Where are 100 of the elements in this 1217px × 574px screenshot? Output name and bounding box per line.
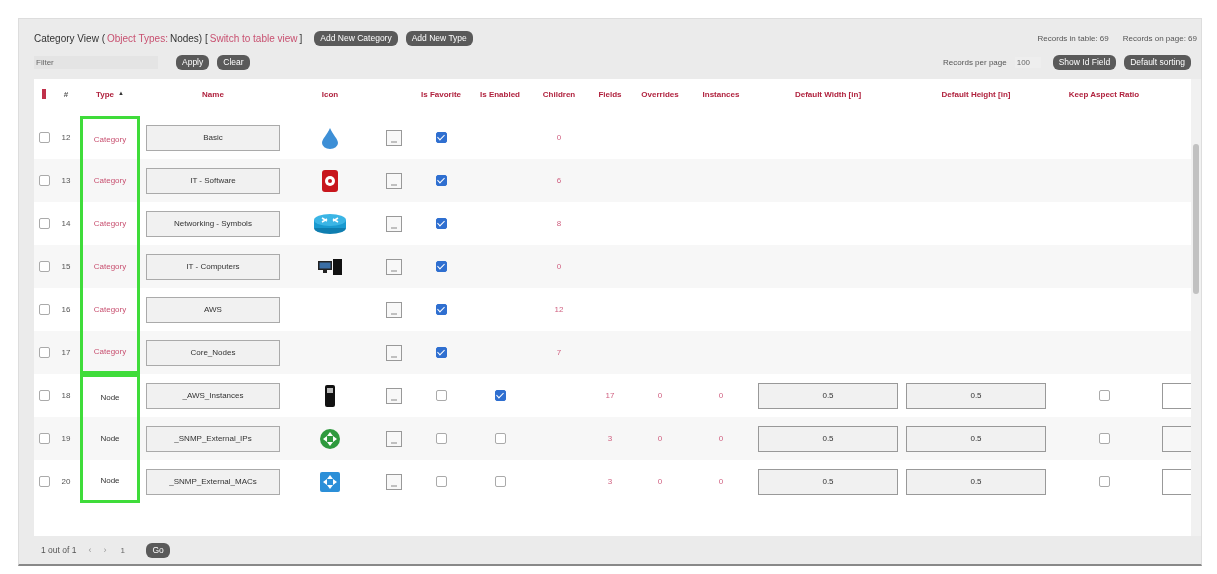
children-count: 6	[556, 176, 562, 185]
type-label: Node	[100, 392, 120, 402]
type-label: Category	[93, 346, 127, 356]
drop-icon	[321, 126, 339, 149]
column-header[interactable]: Type	[96, 89, 115, 99]
name-button[interactable]: _SNMP_External_MACs	[146, 468, 280, 495]
filter-button[interactable]: Clear	[217, 54, 250, 70]
filter-field[interactable]: Filter	[34, 55, 158, 69]
row-checkbox[interactable]	[38, 304, 50, 315]
column-header[interactable]: Default Width [in]	[754, 89, 902, 99]
column-header[interactable]: Instances	[688, 89, 754, 99]
name-button[interactable]: _AWS_Instances	[146, 382, 280, 409]
name-button[interactable]: Basic	[146, 124, 280, 151]
column-header[interactable]: Name	[142, 89, 284, 99]
page-field[interactable]: 1	[118, 544, 135, 556]
width-field[interactable]: 0.5	[758, 425, 898, 452]
column-header[interactable]: Is Favorite	[412, 89, 470, 99]
icon-picker-button[interactable]	[386, 258, 402, 275]
records-in-table: Records in table: 69	[1037, 33, 1109, 43]
instances-count: 0	[718, 477, 724, 486]
fields-count: 17	[605, 391, 615, 400]
height-field[interactable]: 0.5	[906, 382, 1046, 409]
icon-picker-button[interactable]	[386, 301, 402, 318]
icon-picker-button[interactable]	[386, 473, 402, 490]
row-checkbox[interactable]	[38, 132, 50, 143]
type-label: Category	[93, 176, 127, 185]
type-label: Category	[93, 262, 127, 271]
column-header[interactable]: Keep Aspect Ratio	[1050, 89, 1158, 99]
favorite-checkbox[interactable]	[435, 304, 447, 315]
row-checkbox[interactable]	[38, 175, 50, 186]
aspect-ratio-checkbox[interactable]	[1098, 433, 1110, 444]
width-field[interactable]: 0.5	[758, 382, 898, 409]
column-header[interactable]: Default Height [in]	[902, 89, 1050, 99]
row-number: 19	[60, 434, 72, 443]
favorite-checkbox[interactable]	[435, 218, 447, 229]
name-button[interactable]: IT - Computers	[146, 253, 280, 280]
icon-picker-button[interactable]	[386, 215, 402, 232]
height-field[interactable]: 0.5	[906, 425, 1046, 452]
width-field[interactable]: 0.5	[758, 468, 898, 495]
column-header[interactable]: Icon	[284, 89, 376, 99]
favorite-checkbox[interactable]	[435, 347, 447, 358]
name-button[interactable]: IT - Software	[146, 167, 280, 194]
name-button[interactable]: AWS	[146, 296, 280, 323]
records-on-page: Records on page: 69	[1122, 33, 1197, 43]
column-header[interactable]: Is Enabled	[470, 89, 530, 99]
favorite-checkbox[interactable]	[435, 175, 447, 186]
row-checkbox[interactable]	[38, 476, 50, 487]
enabled-checkbox[interactable]	[494, 476, 506, 487]
favorite-checkbox[interactable]	[435, 476, 447, 487]
favorite-checkbox[interactable]	[435, 433, 447, 444]
favorite-checkbox[interactable]	[435, 261, 447, 272]
enabled-checkbox[interactable]	[494, 433, 506, 444]
column-header[interactable]: Overrides	[632, 89, 688, 99]
type-label: Node	[100, 475, 120, 485]
row-checkbox[interactable]	[38, 218, 50, 229]
toolbar-button[interactable]: Show Id Field	[1052, 54, 1117, 70]
height-field[interactable]: 0.5	[906, 468, 1046, 495]
row-checkbox[interactable]	[38, 390, 50, 401]
favorite-checkbox[interactable]	[435, 390, 447, 401]
aspect-ratio-checkbox[interactable]	[1098, 390, 1110, 401]
row-checkbox[interactable]	[38, 347, 50, 358]
type-label: Category	[93, 134, 127, 144]
name-button[interactable]: Networking - Symbols	[146, 210, 280, 237]
scrollbar-thumb[interactable]	[1193, 144, 1199, 294]
column-header[interactable]: Children	[530, 89, 588, 99]
children-count: 0	[556, 262, 562, 271]
enabled-checkbox[interactable]	[494, 390, 506, 401]
icon-picker-button[interactable]	[386, 172, 402, 189]
go-button[interactable]: Go	[146, 542, 170, 558]
column-header[interactable]: Fields	[588, 89, 632, 99]
children-count: 0	[556, 133, 562, 142]
name-button[interactable]: _SNMP_External_IPs	[146, 425, 280, 452]
type-label: Category	[93, 219, 127, 228]
page-summary: 1 out of 1	[41, 545, 77, 555]
column-header[interactable]: #	[54, 89, 78, 99]
row-checkbox[interactable]	[38, 261, 50, 272]
icon-picker-button[interactable]	[386, 129, 402, 146]
fields-count: 3	[607, 434, 613, 443]
add-button[interactable]: Add New Category	[314, 30, 398, 46]
favorite-checkbox[interactable]	[435, 132, 447, 143]
phone-icon	[325, 384, 335, 407]
add-button[interactable]: Add New Type	[405, 30, 473, 46]
switch-view-link[interactable]: Switch to table view	[209, 32, 298, 44]
icon-picker-button[interactable]	[386, 387, 402, 404]
toolbar-button[interactable]: Default sorting	[1124, 54, 1191, 70]
object-types-link[interactable]: Object Types:	[106, 32, 168, 44]
row-number: 18	[60, 391, 72, 400]
aspect-ratio-checkbox[interactable]	[1098, 476, 1110, 487]
network-node-icon	[320, 428, 340, 449]
icon-picker-button[interactable]	[386, 344, 402, 361]
row-number: 12	[60, 133, 72, 142]
name-button[interactable]: Core_Nodes	[146, 339, 280, 366]
device-icon	[322, 169, 338, 192]
filter-button[interactable]: Apply	[176, 54, 210, 70]
scrollbar[interactable]	[1191, 79, 1201, 536]
page-title: Category View (	[34, 32, 105, 44]
icon-picker-button[interactable]	[386, 430, 402, 447]
row-number: 17	[60, 348, 72, 357]
row-checkbox[interactable]	[38, 433, 50, 444]
row-number: 20	[60, 477, 72, 486]
